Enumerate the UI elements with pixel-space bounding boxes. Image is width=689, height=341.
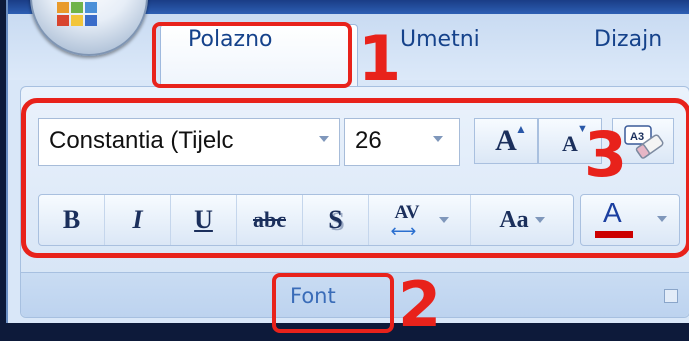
office-logo-icon <box>57 2 97 26</box>
tab-umetni[interactable]: Umetni <box>400 27 480 52</box>
callout-box-label <box>272 273 394 333</box>
callout-number-2: 2 <box>398 268 442 341</box>
callout-number-3: 3 <box>584 118 628 191</box>
dialog-launcher-icon[interactable] <box>664 289 678 303</box>
screenshot-frame: Polazno Umetni Dizajn Constantia (Tijelc… <box>0 0 689 336</box>
callout-box-tab <box>152 22 352 88</box>
tab-dizajn[interactable]: Dizajn <box>594 27 662 52</box>
callout-number-1: 1 <box>358 22 402 95</box>
